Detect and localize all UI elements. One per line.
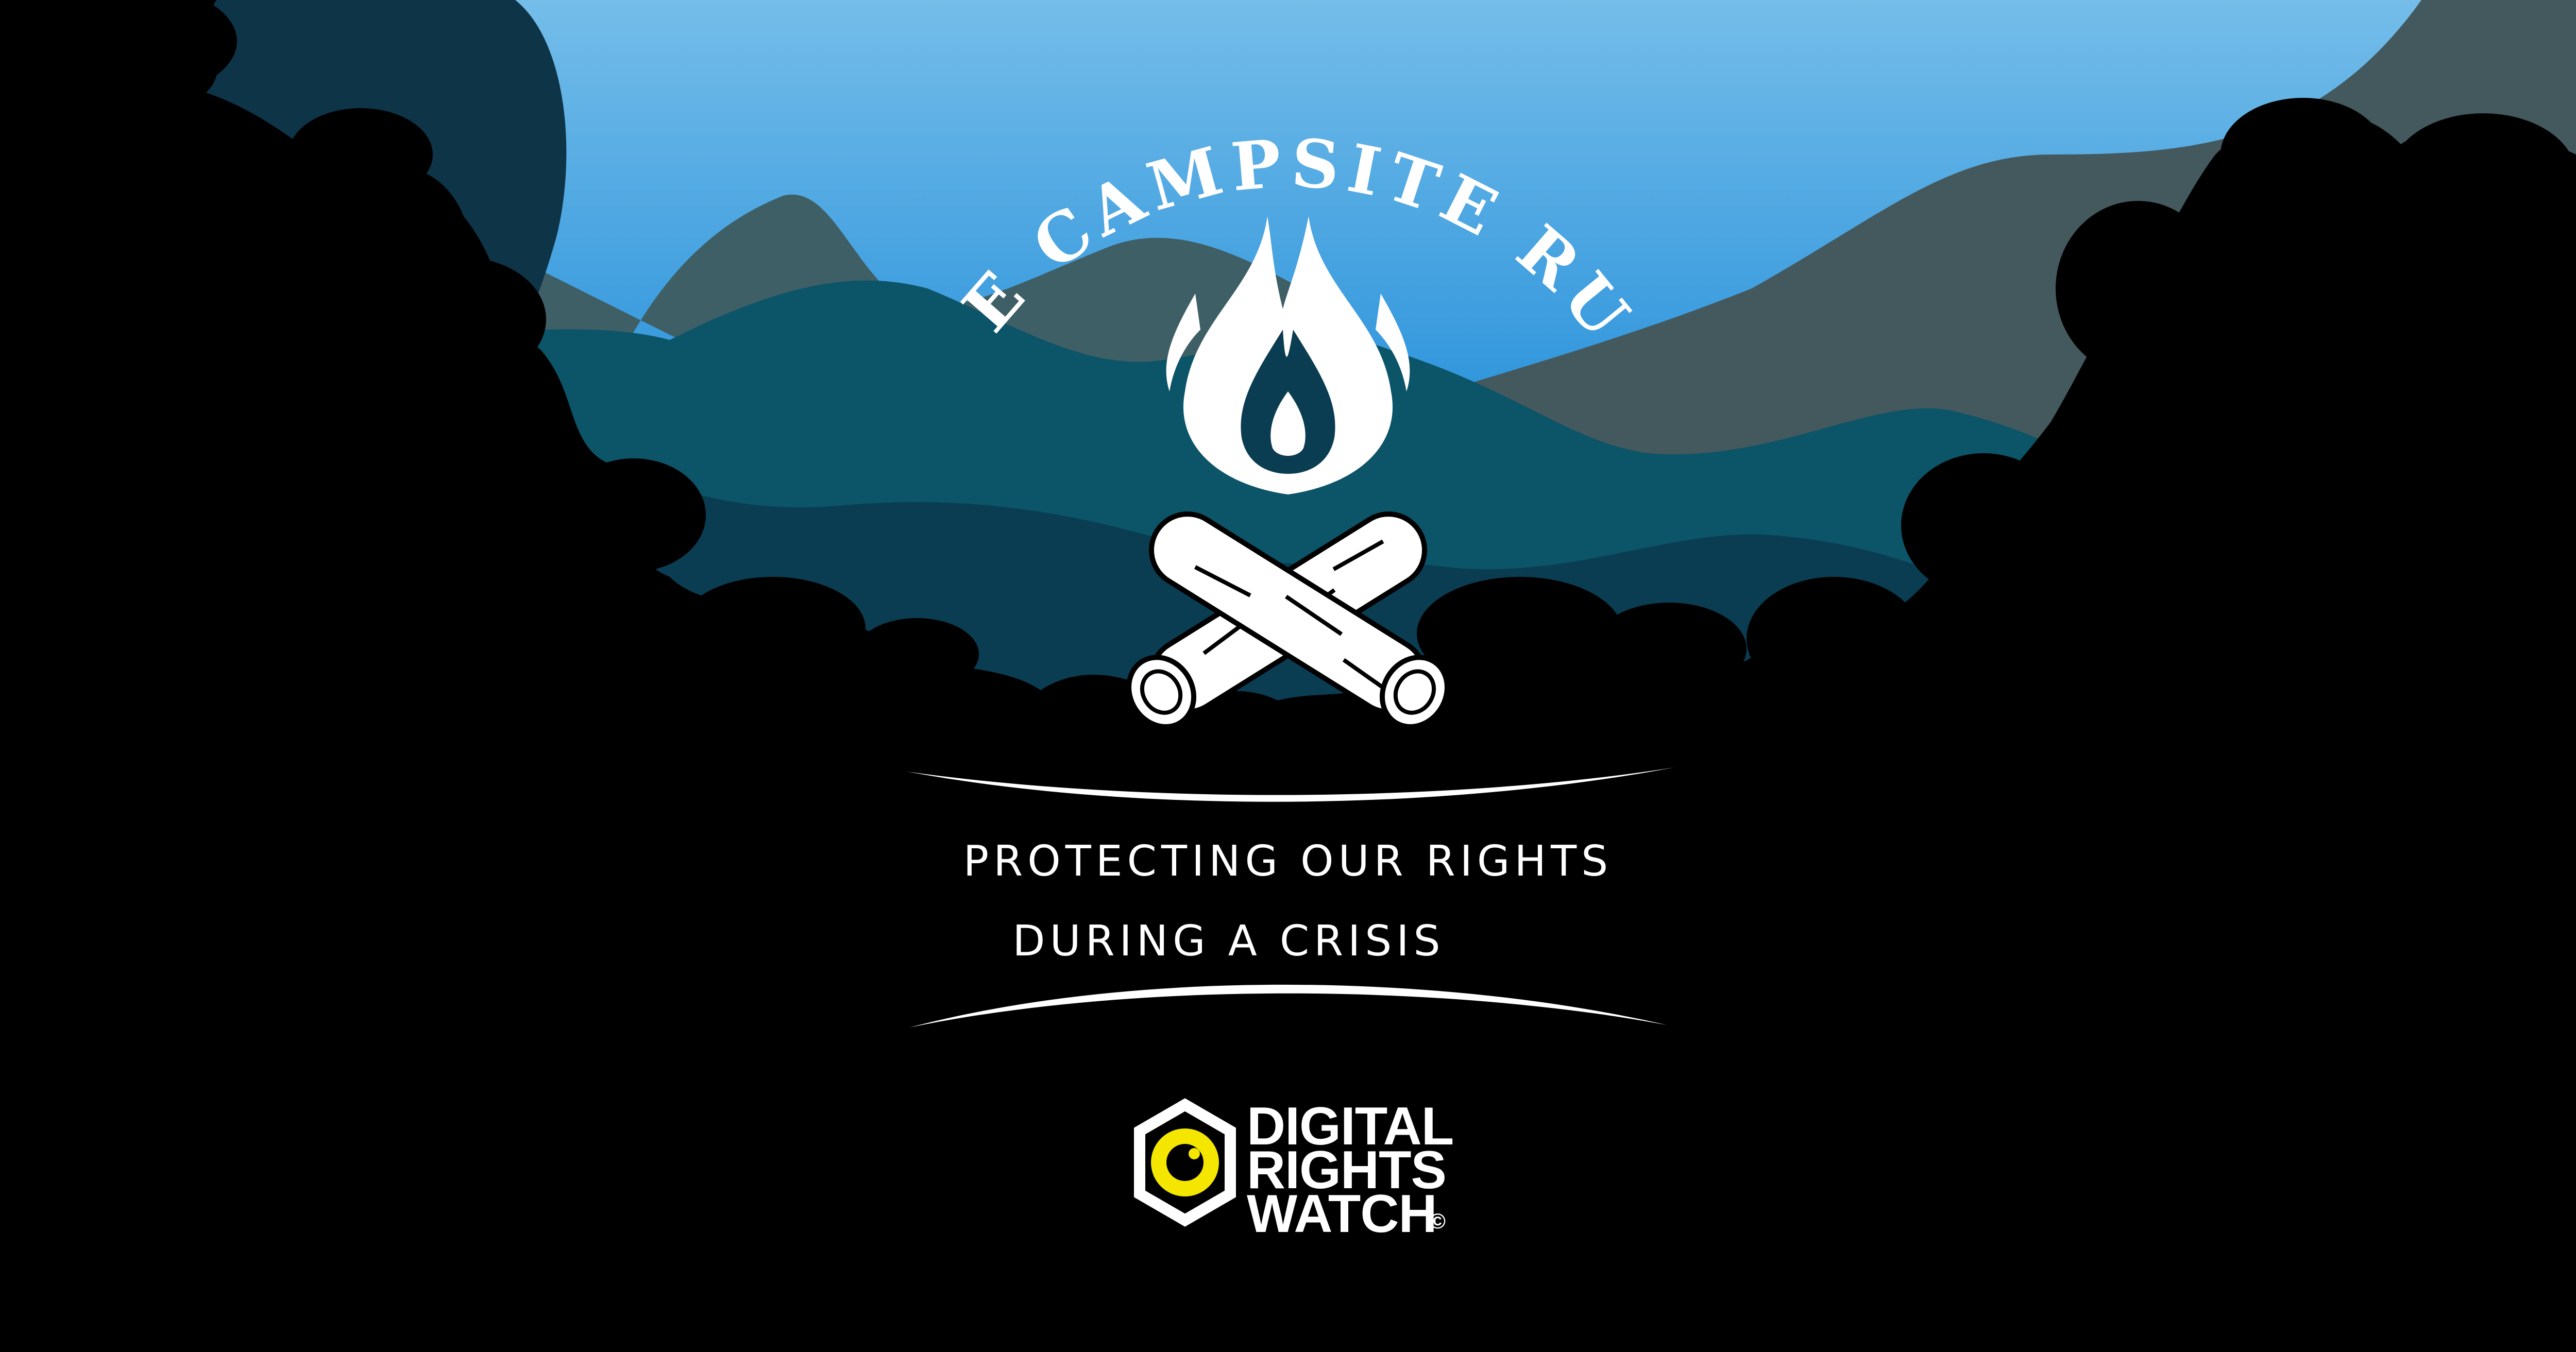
campsite-banner-scene: THE CAMPSITE RULE PROTECTING OUR RIGHTS … (0, 0, 2576, 1352)
tagline-line1: PROTECTING OUR RIGHTS (963, 837, 1613, 886)
copyright-mark: © (1430, 1209, 1446, 1233)
tagline-line2: DURING A CRISIS (1012, 917, 1445, 966)
brand-name-line3: WATCH (1247, 1184, 1437, 1244)
